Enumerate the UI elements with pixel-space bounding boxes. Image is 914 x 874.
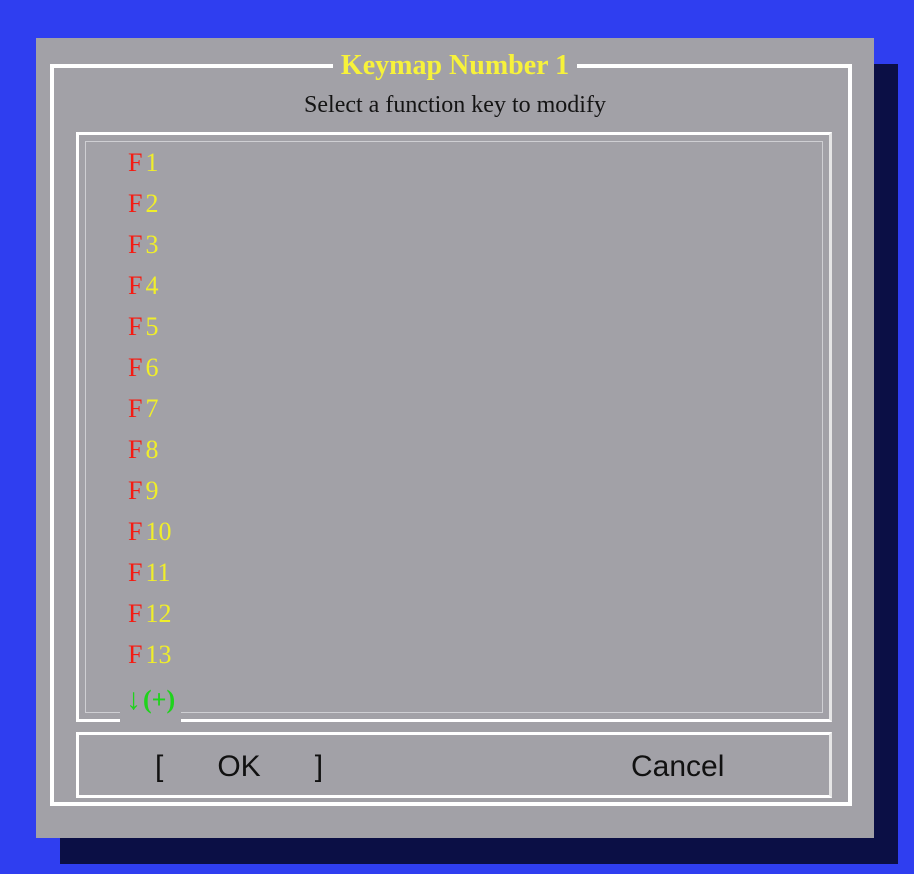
key-letter: F bbox=[128, 640, 143, 669]
list-item-f13[interactable]: F 13 bbox=[128, 634, 171, 675]
cancel-button-label: Cancel bbox=[631, 750, 725, 783]
ok-right-bracket: ] bbox=[314, 750, 324, 783]
down-arrow-icon: ↓ bbox=[126, 683, 141, 716]
key-letter: F bbox=[128, 517, 143, 546]
key-letter: F bbox=[128, 230, 143, 259]
key-number: 13 bbox=[145, 640, 172, 669]
list-item-f12[interactable]: F 12 bbox=[128, 593, 171, 634]
key-number: 9 bbox=[145, 476, 159, 505]
key-number: 3 bbox=[145, 230, 159, 259]
list-item-f10[interactable]: F 10 bbox=[128, 511, 171, 552]
key-number: 10 bbox=[145, 517, 172, 546]
key-number: 11 bbox=[145, 558, 171, 587]
list-item-f11[interactable]: F 11 bbox=[128, 552, 171, 593]
button-bar: [ OK] Cancel bbox=[76, 732, 832, 798]
list-item-f7[interactable]: F7 bbox=[128, 388, 171, 429]
list-item-f6[interactable]: F6 bbox=[128, 347, 171, 388]
dialog-title-bar: Keymap Number 1 bbox=[36, 48, 874, 84]
key-number: 5 bbox=[145, 312, 159, 341]
list-item-f8[interactable]: F8 bbox=[128, 429, 171, 470]
key-letter: F bbox=[128, 476, 143, 505]
more-items-label: (+) bbox=[143, 685, 176, 714]
cancel-button[interactable]: Cancel bbox=[631, 749, 724, 785]
ok-left-bracket: [ bbox=[155, 750, 164, 783]
key-number: 4 bbox=[145, 271, 159, 300]
key-number: 12 bbox=[145, 599, 172, 628]
list-item-f9[interactable]: F9 bbox=[128, 470, 171, 511]
key-number: 1 bbox=[145, 148, 159, 177]
key-letter: F bbox=[128, 558, 143, 587]
keymap-dialog: Keymap Number 1 Select a function key to… bbox=[36, 38, 874, 838]
key-letter: F bbox=[128, 271, 143, 300]
key-letter: F bbox=[128, 189, 143, 218]
key-number: 7 bbox=[145, 394, 159, 423]
list-item-f4[interactable]: F4 bbox=[128, 265, 171, 306]
key-number: 2 bbox=[145, 189, 159, 218]
key-letter: F bbox=[128, 312, 143, 341]
ok-button[interactable]: [ OK] bbox=[155, 749, 323, 785]
function-key-list: F1 F2 F3 F4 F5 F6 F7 F8 F9 F 10 F 11 F 12 F… bbox=[128, 142, 171, 675]
key-number: 8 bbox=[145, 435, 159, 464]
dialog-subtitle: Select a function key to modify bbox=[304, 92, 606, 118]
key-letter: F bbox=[128, 394, 143, 423]
key-number: 6 bbox=[145, 353, 159, 382]
dialog-title: Keymap Number 1 bbox=[332, 48, 578, 84]
key-letter: F bbox=[128, 599, 143, 628]
scroll-more-indicator[interactable]: ↓ (+) bbox=[120, 678, 182, 722]
ok-button-label: OK bbox=[217, 750, 261, 783]
function-key-list-box bbox=[76, 132, 832, 722]
list-item-f5[interactable]: F5 bbox=[128, 306, 171, 347]
key-letter: F bbox=[128, 353, 143, 382]
key-letter: F bbox=[128, 435, 143, 464]
list-inner-border bbox=[85, 141, 823, 713]
list-item-f3[interactable]: F3 bbox=[128, 224, 171, 265]
list-item-f2[interactable]: F2 bbox=[128, 183, 171, 224]
list-item-f1[interactable]: F1 bbox=[128, 142, 171, 183]
key-letter: F bbox=[128, 148, 143, 177]
